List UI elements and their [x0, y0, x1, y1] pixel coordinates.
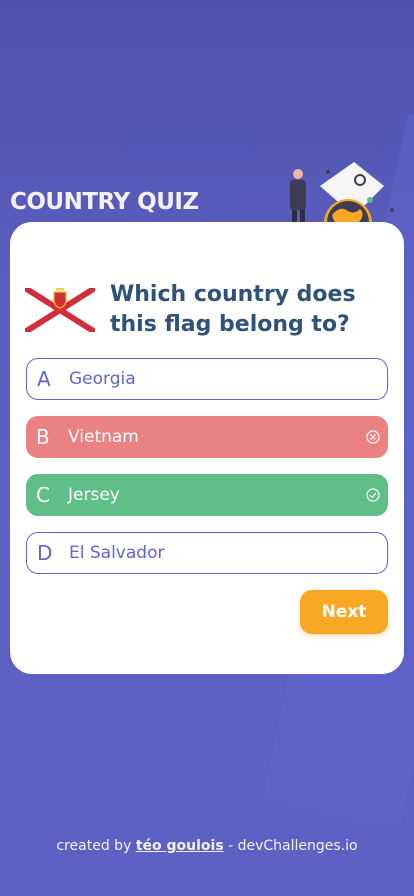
- jersey-flag-icon: [25, 288, 95, 332]
- option-d[interactable]: D El Salvador: [26, 532, 388, 574]
- next-button[interactable]: Next: [300, 590, 388, 634]
- check-circle-icon: [358, 474, 388, 516]
- option-letter: B: [36, 425, 50, 449]
- option-c[interactable]: C Jersey: [26, 474, 388, 516]
- quiz-card: Which country does this flag belong to? …: [10, 222, 404, 674]
- option-label: Vietnam: [68, 427, 139, 447]
- option-label: Jersey: [68, 485, 120, 505]
- option-a[interactable]: A Georgia: [26, 358, 388, 400]
- option-letter: A: [37, 367, 51, 391]
- footer-suffix: - devChallenges.io: [228, 838, 358, 854]
- option-letter: D: [37, 541, 53, 565]
- option-label: Georgia: [69, 369, 136, 389]
- app-title: COUNTRY QUIZ: [10, 189, 199, 215]
- footer: created by téo goulois - devChallenges.i…: [0, 838, 414, 854]
- footer-prefix: created by: [56, 838, 132, 854]
- question-text: Which country does this flag belong to?: [110, 282, 356, 337]
- author-link[interactable]: téo goulois: [136, 838, 224, 854]
- option-letter: C: [36, 483, 50, 507]
- option-label: El Salvador: [69, 543, 165, 563]
- x-circle-icon: [358, 416, 388, 458]
- option-b[interactable]: B Vietnam: [26, 416, 388, 458]
